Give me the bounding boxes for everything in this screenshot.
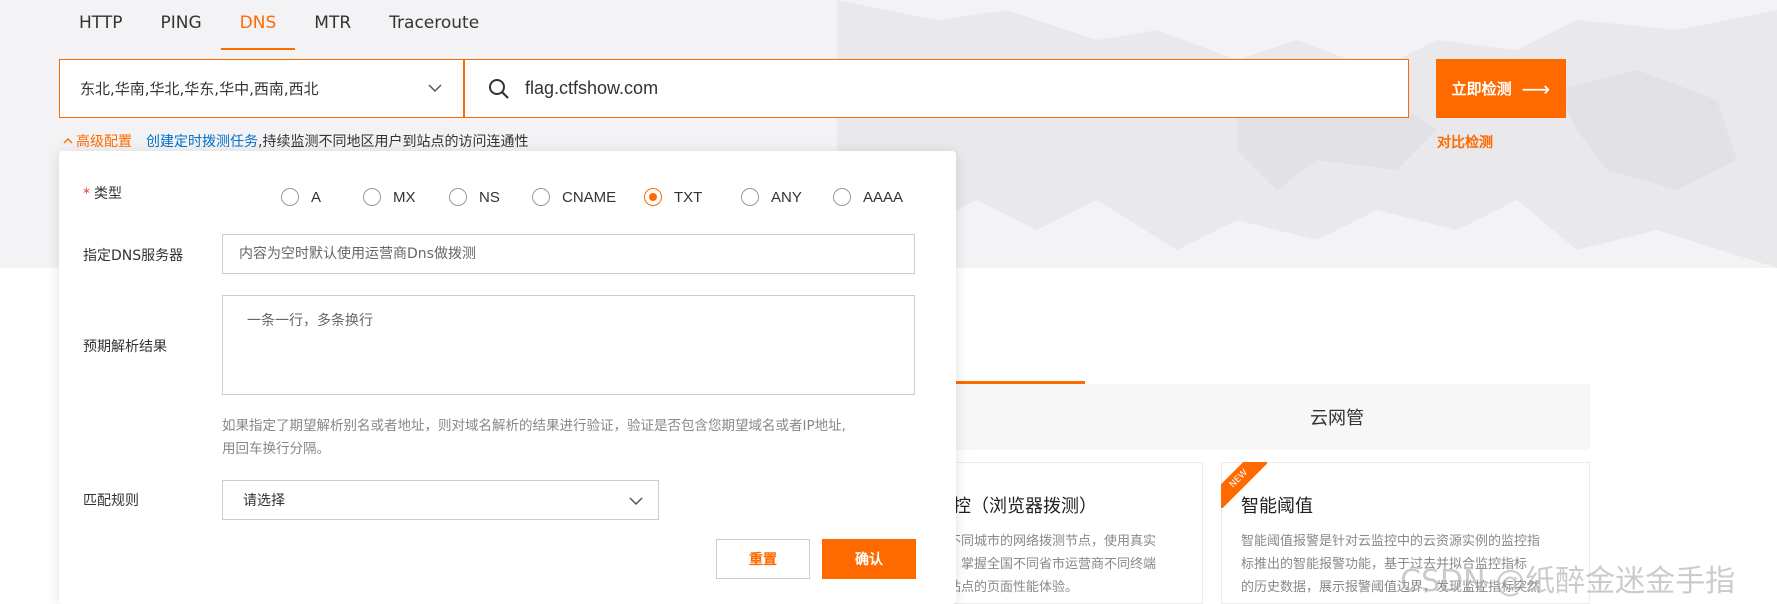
dns-server-input[interactable]: [222, 234, 915, 274]
reset-button[interactable]: 重置: [716, 539, 810, 579]
create-scheduled-task-link[interactable]: 创建定时拨测任务: [146, 131, 258, 151]
region-select-value: 东北,华南,华北,华东,华中,西南,西北: [80, 80, 319, 98]
chevron-down-icon: [629, 497, 643, 506]
record-type-radio-group: A MX NS CNAME TXT ANY AAAA: [281, 188, 913, 206]
radio-type-a[interactable]: A: [281, 188, 363, 206]
radio-type-aaaa[interactable]: AAAA: [833, 188, 913, 206]
advanced-config-toggle[interactable]: 高级配置: [62, 131, 132, 151]
radio-type-mx[interactable]: MX: [363, 188, 449, 206]
bg-card2-title: 智能阈值: [1241, 496, 1313, 517]
tab-ping[interactable]: PING: [142, 0, 221, 50]
bg-tab-cloud-network[interactable]: 云网管: [1310, 404, 1364, 430]
tab-mtr[interactable]: MTR: [295, 0, 370, 50]
expected-result-label: 预期解析结果: [83, 339, 167, 355]
expected-result-textarea[interactable]: [222, 295, 915, 395]
start-check-label: 立即检测: [1451, 80, 1512, 98]
bg-card1-description: 国不同城市的网络拨测节点，使用真实 点，掌握全国不同省市运营商不同终端 对站点的…: [935, 534, 1157, 595]
advanced-config-row: 高级配置 创建定时拨测任务 ,持续监测不同地区用户到站点的访问连通性: [62, 131, 528, 151]
start-check-button[interactable]: 立即检测 ⟶: [1436, 59, 1566, 118]
radio-type-ns[interactable]: NS: [449, 188, 532, 206]
advanced-config-label: 高级配置: [76, 134, 132, 150]
bg-product-tabbar: [950, 384, 1590, 450]
tab-http[interactable]: HTTP: [60, 0, 142, 50]
tab-dns[interactable]: DNS: [220, 0, 296, 50]
expected-result-hint: 如果指定了期望解析别名或者地址，则对域名解析的结果进行验证，验证是否包含您期望域…: [222, 418, 846, 457]
match-rule-select[interactable]: 请选择: [222, 480, 659, 520]
domain-input-value: flag.ctfshow.com: [525, 78, 659, 98]
tool-tabs: HTTP PING DNS MTR Traceroute: [60, 0, 498, 50]
domain-input[interactable]: flag.ctfshow.com: [464, 59, 1409, 118]
tab-traceroute[interactable]: Traceroute: [370, 0, 498, 50]
dns-server-label: 指定DNS服务器: [83, 248, 184, 264]
radio-type-txt[interactable]: TXT: [644, 188, 741, 206]
match-rule-placeholder: 请选择: [243, 493, 285, 509]
type-label: * 类型: [83, 186, 122, 202]
csdn-watermark: CSDN @纸醉金迷金手指: [1400, 564, 1736, 599]
search-icon: [489, 78, 509, 99]
confirm-button[interactable]: 确认: [822, 539, 916, 579]
compare-check-link[interactable]: 对比检测: [1437, 132, 1493, 152]
region-select[interactable]: 东北,华南,华北,华东,华中,西南,西北: [59, 59, 464, 118]
required-mark: *: [83, 186, 90, 202]
advanced-config-description: ,持续监测不同地区用户到站点的访问连通性: [258, 134, 529, 150]
arrow-right-icon: ⟶: [1521, 76, 1551, 101]
bg-card1-title: 监控（浏览器拨测）: [935, 496, 1097, 517]
radio-type-any[interactable]: ANY: [741, 188, 833, 206]
chevron-up-icon: [63, 138, 73, 144]
advanced-config-panel: * 类型 A MX NS CNAME TXT ANY AAAA 指定DNS服务器 …: [59, 151, 956, 604]
match-rule-label: 匹配规则: [83, 493, 139, 509]
chevron-down-icon: [428, 84, 442, 93]
radio-type-cname[interactable]: CNAME: [532, 188, 644, 206]
